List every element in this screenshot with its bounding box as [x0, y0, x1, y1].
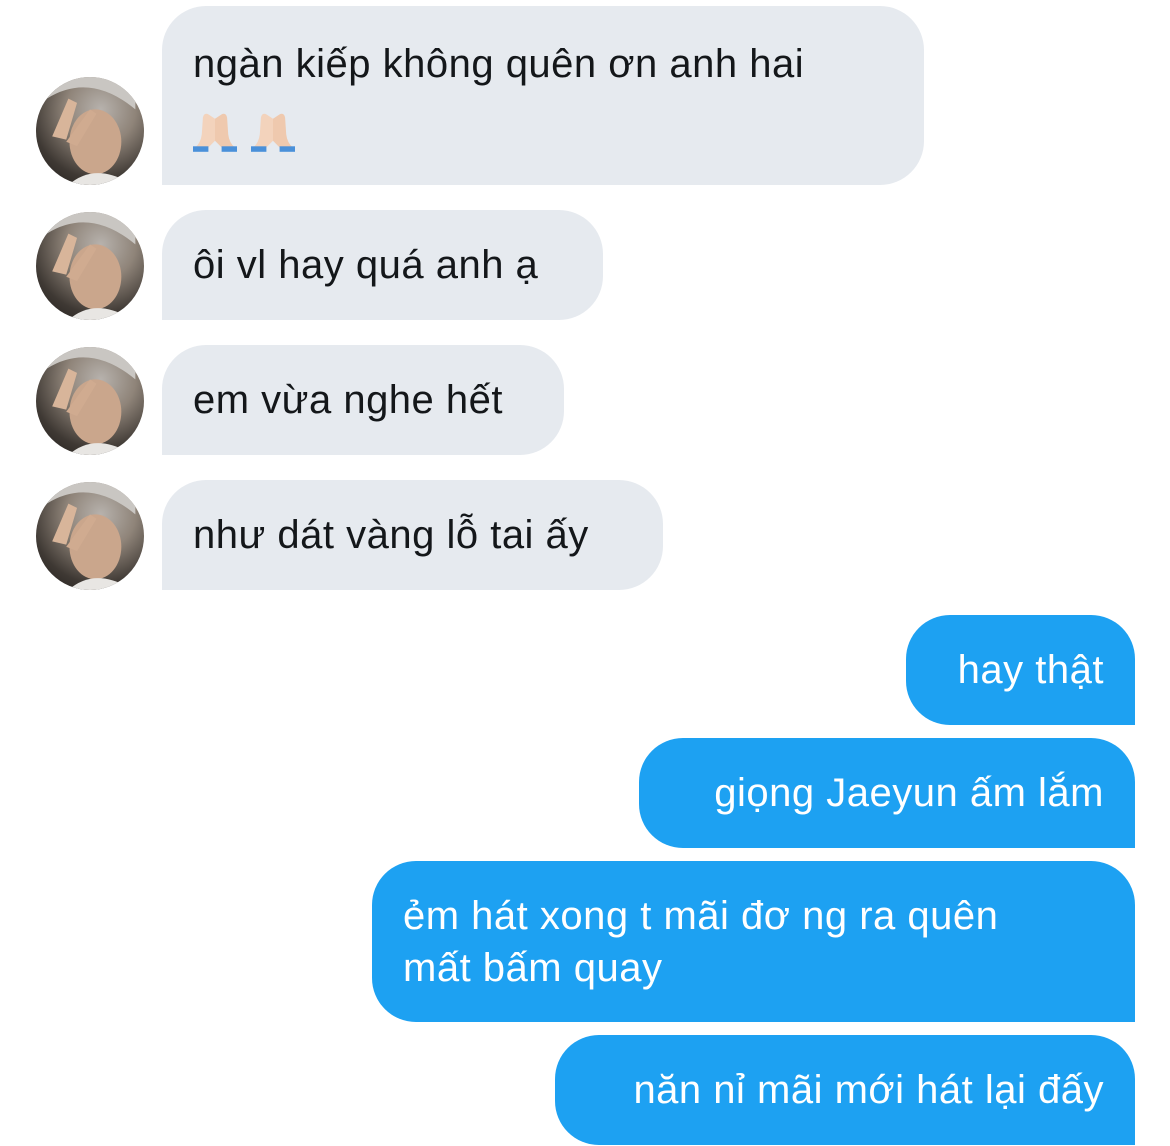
message-text: giọng Jaeyun ấm lắm	[714, 771, 1104, 815]
outgoing-message[interactable]: năn nỉ mãi mới hát lại đấy	[555, 1035, 1135, 1145]
avatar[interactable]	[36, 347, 144, 455]
message-text: em vừa nghe hết	[193, 378, 504, 422]
incoming-message[interactable]: như dát vàng lỗ tai ấy	[162, 480, 663, 590]
outgoing-message[interactable]: hay thật	[906, 615, 1135, 725]
incoming-message[interactable]: ngàn kiếp không quên ơn anh hai	[162, 6, 924, 185]
message-text-line: ẻm hát xong t mãi đơ ng ra quên	[403, 894, 999, 938]
avatar-photo	[46, 77, 136, 185]
message-text: như dát vàng lỗ tai ấy	[193, 513, 589, 557]
message-text-line: mất bấm quay	[403, 946, 663, 990]
avatar-photo	[46, 212, 136, 320]
message-text: hay thật	[957, 648, 1104, 692]
avatar[interactable]	[36, 77, 144, 185]
avatar[interactable]	[36, 212, 144, 320]
message-text: ôi vl hay quá anh ạ	[193, 243, 539, 287]
avatar-photo	[46, 482, 136, 590]
outgoing-message[interactable]: ẻm hát xong t mãi đơ ng ra quên mất bấm …	[372, 861, 1135, 1022]
folded-hands-icon	[193, 104, 237, 156]
avatar[interactable]	[36, 482, 144, 590]
message-text: năn nỉ mãi mới hát lại đấy	[633, 1068, 1104, 1112]
incoming-message[interactable]: em vừa nghe hết	[162, 345, 564, 455]
avatar-photo	[46, 347, 136, 455]
message-text: ngàn kiếp không quên ơn anh hai	[193, 42, 805, 86]
outgoing-message[interactable]: giọng Jaeyun ấm lắm	[639, 738, 1135, 848]
incoming-message[interactable]: ôi vl hay quá anh ạ	[162, 210, 603, 320]
emoji-row	[193, 104, 924, 156]
folded-hands-icon	[251, 104, 295, 156]
